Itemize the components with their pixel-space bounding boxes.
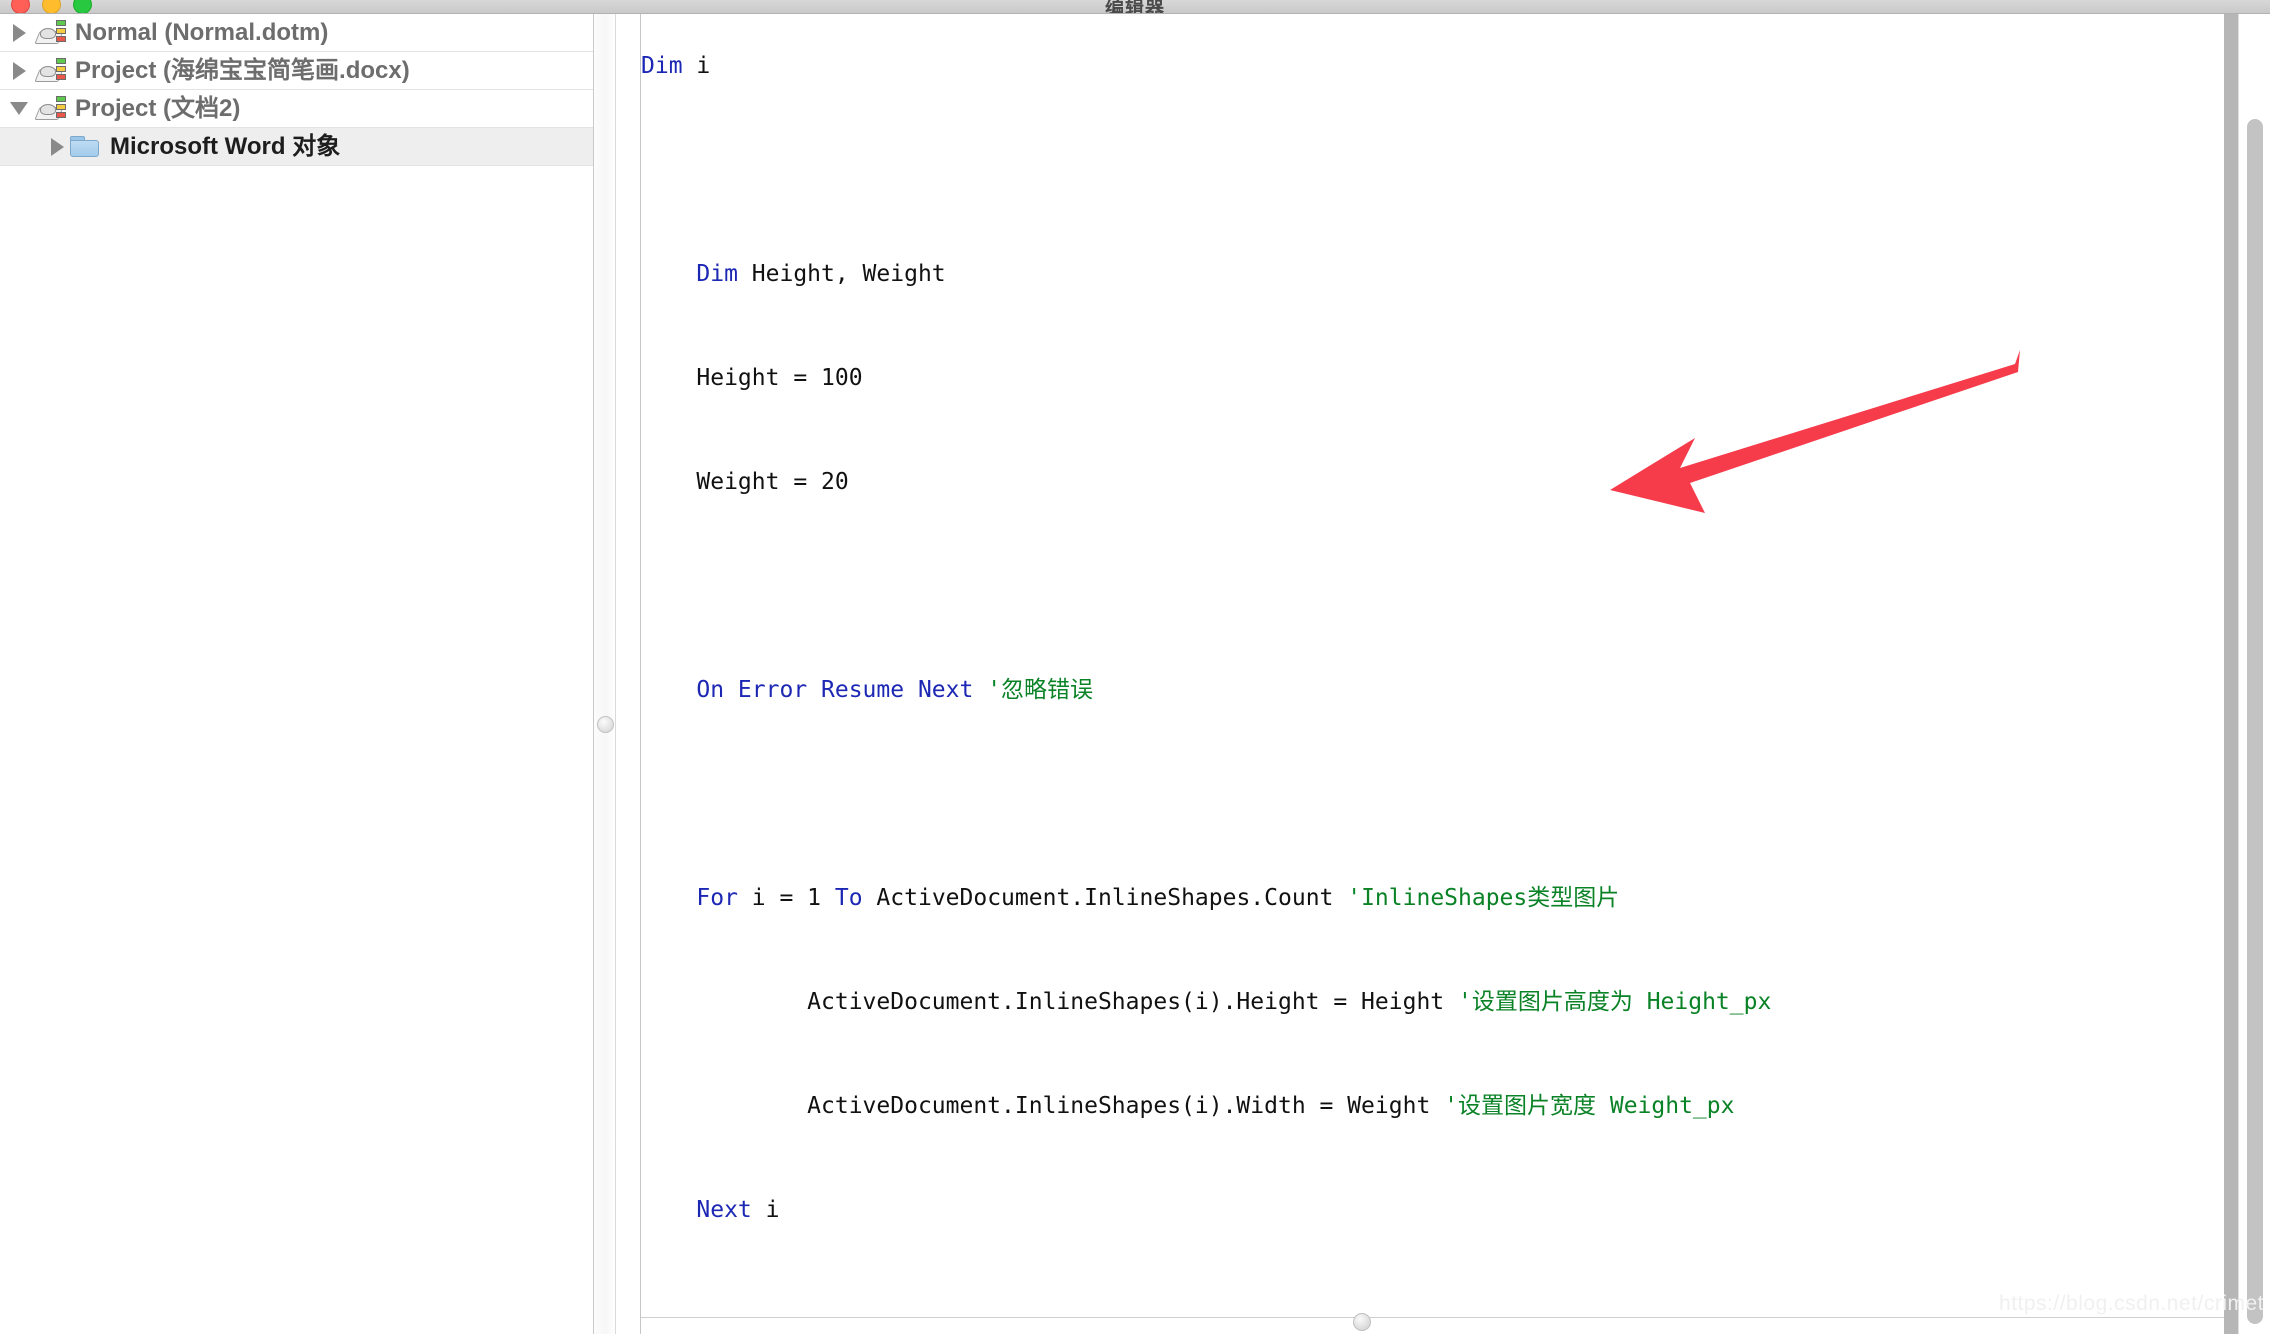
code-line: Next i [641, 1158, 2226, 1262]
editor-bottom-grab-handle[interactable] [1353, 1313, 1371, 1331]
scrollbar-thumb[interactable] [2247, 119, 2263, 1324]
code-text: i [682, 53, 711, 79]
watermark-text: https://blog.csdn.net/crimet [1999, 1292, 2264, 1315]
code-comment: 'InlineShapes类型图片 [1347, 885, 1620, 911]
tree-item-label: Project (文档2) [75, 94, 241, 122]
code-editor-pane[interactable]: Dim i Dim Height, Weight Height = 100 We… [640, 14, 2226, 1334]
code-text: Height, Weight [737, 261, 946, 287]
code-comment: '设置图片高度为 Height_px [1458, 989, 1772, 1015]
tree-row[interactable]: Project (海绵宝宝简笔画.docx) [0, 52, 593, 90]
code-line: Dim Height, Weight [641, 222, 2226, 326]
code-text: Height = 100 [696, 365, 863, 391]
window-titlebar: 编辑器 [0, 0, 2270, 14]
code-keyword: On Error Resume Next [696, 677, 974, 703]
editor-bottom-divider [641, 1317, 2226, 1318]
splitter-grab-handle[interactable] [597, 716, 614, 733]
code-keyword: For [696, 885, 738, 911]
code-text: Weight = 20 [696, 469, 849, 495]
code-line: ActiveDocument.InlineShapes(i).Height = … [641, 950, 2226, 1054]
code-comment: '设置图片宽度 Weight_px [1444, 1093, 1735, 1119]
tree-item-label: Microsoft Word 对象 [110, 132, 341, 160]
code-keyword: Dim [696, 261, 738, 287]
folder-icon [70, 135, 100, 158]
code-line: Height = 100 [641, 326, 2226, 430]
vertical-scrollbar[interactable] [2238, 14, 2270, 1334]
chevron-down-icon[interactable] [6, 102, 32, 115]
vba-project-icon [34, 19, 66, 46]
code-text: i = 1 [737, 885, 835, 911]
code-line: Weight = 20 [641, 430, 2226, 534]
window-right-edge [2224, 14, 2238, 1334]
tree-item-label: Normal (Normal.dotm) [75, 18, 329, 46]
code-line: For i = 1 To ActiveDocument.InlineShapes… [641, 846, 2226, 950]
code-text: ActiveDocument.InlineShapes.Count [862, 885, 1348, 911]
vba-editor-window: 编辑器 Normal (Normal.dotm) Project (海绵宝宝简笔画… [0, 0, 2270, 1334]
tree-row[interactable]: Microsoft Word 对象 [0, 128, 593, 166]
code-text: ActiveDocument.InlineShapes(i).Width = W… [807, 1093, 1445, 1119]
chevron-right-icon[interactable] [6, 61, 32, 80]
code-line: Dim i [641, 14, 2226, 118]
vba-project-icon [34, 57, 66, 84]
project-explorer[interactable]: Normal (Normal.dotm) Project (海绵宝宝简笔画.doc… [0, 14, 594, 1334]
chevron-right-icon[interactable] [6, 23, 32, 42]
vba-project-icon [34, 95, 66, 122]
code-keyword: Dim [641, 53, 683, 79]
code-keyword: Next [696, 1197, 752, 1223]
tree-row[interactable]: Project (文档2) [0, 90, 593, 128]
code-line: On Error Resume Next '忽略错误 [641, 638, 2226, 742]
code-text[interactable]: Dim i Dim Height, Weight Height = 100 We… [641, 14, 2226, 1334]
code-text: i [751, 1197, 780, 1223]
code-keyword: To [834, 885, 863, 911]
pane-splitter[interactable] [594, 14, 616, 1334]
code-line: ActiveDocument.InlineShapes(i).Width = W… [641, 1054, 2226, 1158]
window-title: 编辑器 [1104, 0, 1165, 14]
tree-item-label: Project (海绵宝宝简笔画.docx) [75, 56, 410, 84]
tree-row[interactable]: Normal (Normal.dotm) [0, 14, 593, 52]
code-comment: '忽略错误 [987, 677, 1094, 703]
chevron-right-icon[interactable] [44, 137, 70, 156]
code-text: ActiveDocument.InlineShapes(i).Height = … [807, 989, 1458, 1015]
